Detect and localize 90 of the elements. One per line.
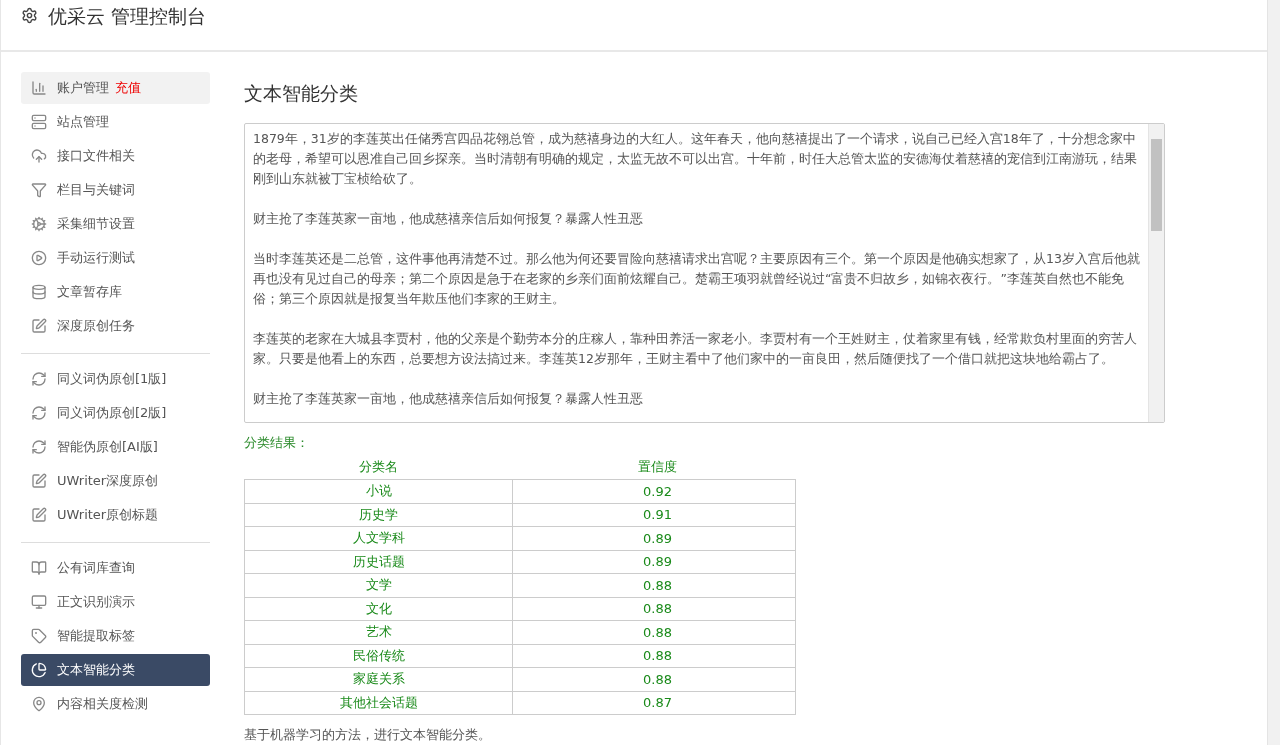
table-cell: 0.87	[512, 691, 796, 715]
sidebar-item[interactable]: 深度原创任务	[21, 310, 210, 342]
table-cell: 0.88	[512, 644, 796, 668]
article-paragraph: 1879年，31岁的李莲英出任储秀宫四品花翎总管，成为慈禧身边的大红人。这年春天，他向慈禧提出了一个请求，说自己已经入宫18年了，十分想念家中的老母，希望可以恩准自己回乡探亲。当时清朝有明确的规定，太监无故不可以出宫。十年前，时任大总管太监的安德海仗着慈禧的宠信到江南游玩，结果刚到山东就被丁宝桢给砍了。	[253, 130, 1138, 188]
sidebar-item-label: 文章暂存库	[57, 283, 122, 301]
article-paragraph: 财主抢了李莲英家一亩地，他成慈禧亲信后如何报复？暴露人性丑恶	[253, 390, 644, 408]
table-cell: 其他社会话题	[244, 691, 513, 715]
sidebar-item-label: 接口文件相关	[57, 147, 135, 165]
database-icon	[31, 284, 47, 300]
edit-icon	[31, 473, 47, 489]
sidebar-item[interactable]: 栏目与关键词	[21, 174, 210, 206]
sidebar-item[interactable]: 站点管理	[21, 106, 210, 138]
sidebar-item[interactable]: 智能提取标签	[21, 620, 210, 652]
sidebar-item[interactable]: UWriter深度原创	[21, 465, 210, 497]
page-title: 文本智能分类	[244, 81, 359, 106]
table-cell: 历史学	[244, 503, 513, 527]
tag-icon	[31, 628, 47, 644]
sidebar-item-label: UWriter原创标题	[57, 506, 159, 524]
table-cell: 历史话题	[244, 550, 513, 574]
sidebar-item[interactable]: 采集细节设置	[21, 208, 210, 240]
sidebar-item-label: 账户管理	[57, 79, 109, 97]
play-icon	[31, 250, 47, 266]
pie-chart-icon	[31, 662, 47, 678]
sidebar-item[interactable]: 内容相关度检测	[21, 688, 210, 720]
sidebar-item-label: 手动运行测试	[57, 249, 135, 267]
table-cell: 文化	[244, 597, 513, 621]
column-header: 分类名	[244, 455, 513, 480]
bar-chart-icon	[31, 80, 47, 96]
sidebar-item-label: 同义词伪原创[2版]	[57, 404, 167, 422]
console-title: 优采云 管理控制台	[48, 4, 207, 29]
table-cell: 0.91	[512, 503, 796, 527]
sidebar-item[interactable]: UWriter原创标题	[21, 499, 210, 531]
scrollbar[interactable]	[1148, 124, 1164, 422]
table-cell: 0.89	[512, 550, 796, 574]
sidebar-item[interactable]: 公有词库查询	[21, 552, 210, 584]
sidebar-item-label: 智能伪原创[AI版]	[57, 438, 158, 456]
sidebar-item-label: 内容相关度检测	[57, 695, 148, 713]
article-paragraph: 财主抢了李莲英家一亩地，他成慈禧亲信后如何报复？暴露人性丑恶	[253, 210, 644, 228]
table-cell: 人文学科	[244, 526, 513, 550]
table-cell: 0.88	[512, 573, 796, 597]
description-text: 基于机器学习的方法，进行文本智能分类。	[244, 727, 492, 744]
scrollbar-thumb[interactable]	[1151, 139, 1162, 231]
article-paragraph: 李莲英的老家在大城县李贾村，他的父亲是个勤劳本分的庄稼人，靠种田养活一家老小。李贾村有一个王姓财主，仗着家里有钱，经常欺负村里面的穷苦人家。只要是他看上的东西，总要想方设法搞过来。李莲英12岁那年，王财主看中了他们家中的一亩良田，然后随便找了一个借口就把这块地给霸占了。	[253, 330, 1138, 368]
sidebar-item[interactable]: 同义词伪原创[2版]	[21, 397, 210, 429]
sidebar-item[interactable]: 文本智能分类	[21, 654, 210, 686]
sidebar-item[interactable]: 正文识别演示	[21, 586, 210, 618]
sidebar-item-label: 站点管理	[57, 113, 109, 131]
sidebar-item[interactable]: 手动运行测试	[21, 242, 210, 274]
sidebar-item-label: 正文识别演示	[57, 593, 135, 611]
sidebar-item-label: 同义词伪原创[1版]	[57, 370, 167, 388]
page-scrollbar[interactable]	[1267, 0, 1280, 745]
table-cell: 家庭关系	[244, 667, 513, 691]
sidebar-item[interactable]: 接口文件相关	[21, 140, 210, 172]
settings-icon	[21, 7, 38, 24]
edit-icon	[31, 318, 47, 334]
table-cell: 艺术	[244, 620, 513, 644]
refresh-icon	[31, 371, 47, 387]
table-cell: 0.89	[512, 526, 796, 550]
cloud-upload-icon	[31, 148, 47, 164]
refresh-icon	[31, 405, 47, 421]
map-pin-icon	[31, 696, 47, 712]
sidebar-item[interactable]: 智能伪原创[AI版]	[21, 431, 210, 463]
sidebar-item-label: 智能提取标签	[57, 627, 135, 645]
filter-icon	[31, 182, 47, 198]
text-area[interactable]	[244, 123, 1165, 423]
table-cell: 0.92	[512, 479, 796, 503]
recharge-link[interactable]: 充值	[115, 79, 141, 97]
book-icon	[31, 560, 47, 576]
table-cell: 0.88	[512, 667, 796, 691]
refresh-icon	[31, 439, 47, 455]
sidebar-item-label: 深度原创任务	[57, 317, 135, 335]
article-paragraph: 当时李莲英还是二总管，这件事他再清楚不过。那么他为何还要冒险向慈禧请求出宫呢？主要原因有三个。第一个原因是他确实想家了，从13岁入宫后他就再也没有见过自己的母亲；第二个原因是急于在老家的乡亲们面前炫耀自己。楚霸王项羽就曾经说过“富贵不归故乡，如锦衣夜行。”李莲英自然也不能免俗；第三个原因就是报复当年欺压他们李家的王财主。	[253, 250, 1140, 308]
sidebar-item-label: 采集细节设置	[57, 215, 135, 233]
sidebar-item[interactable]: 文章暂存库	[21, 276, 210, 308]
monitor-icon	[31, 594, 47, 610]
table-cell: 0.88	[512, 597, 796, 621]
sidebar-item-label: 公有词库查询	[57, 559, 135, 577]
sidebar-item[interactable]: 账户管理 充值	[21, 72, 210, 104]
column-header: 置信度	[512, 455, 796, 480]
edit-icon	[31, 507, 47, 523]
table-cell: 0.88	[512, 620, 796, 644]
server-icon	[31, 114, 47, 130]
sidebar-item-label: 栏目与关键词	[57, 181, 135, 199]
table-cell: 小说	[244, 479, 513, 503]
sidebar-item-label: 文本智能分类	[57, 661, 135, 679]
table-cell: 文学	[244, 573, 513, 597]
result-label: 分类结果：	[244, 435, 310, 452]
table-cell: 民俗传统	[244, 644, 513, 668]
sidebar-item[interactable]: 同义词伪原创[1版]	[21, 363, 210, 395]
sidebar-item-label: UWriter深度原创	[57, 472, 159, 490]
